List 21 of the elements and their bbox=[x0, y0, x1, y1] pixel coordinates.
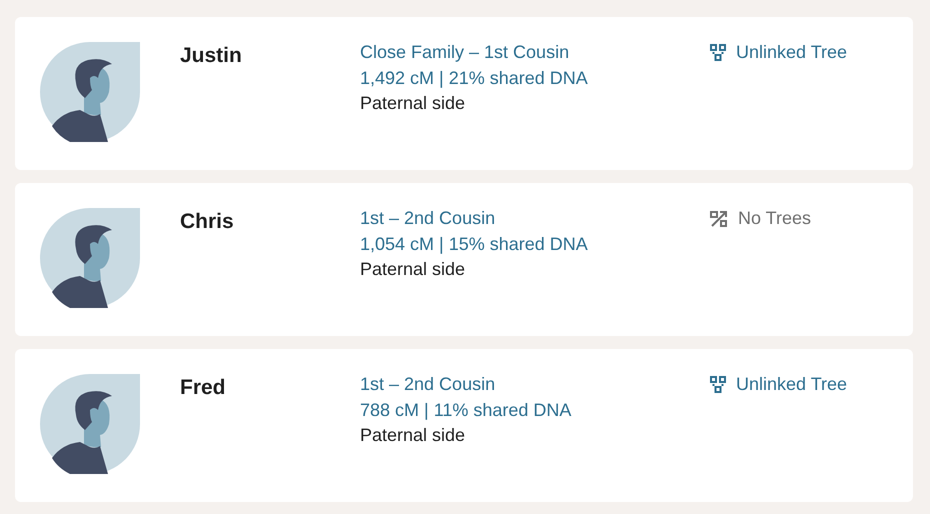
tree-status[interactable]: Unlinked Tree bbox=[710, 374, 848, 395]
side-label: Paternal side bbox=[360, 258, 466, 281]
shared-dna-link[interactable]: 1,054 cM | 15% shared DNA bbox=[360, 232, 710, 257]
avatar-icon bbox=[40, 42, 140, 142]
shared-dna-link[interactable]: 1,492 cM | 21% shared DNA bbox=[360, 66, 710, 91]
match-name[interactable]: Fred bbox=[180, 376, 360, 400]
tree-icon bbox=[710, 376, 726, 394]
shared-dna-link[interactable]: 788 cM | 11% shared DNA bbox=[360, 398, 710, 423]
relationship-link[interactable]: 1st – 2nd Cousin bbox=[360, 206, 710, 232]
tree-status[interactable]: No Trees bbox=[710, 208, 812, 229]
relationship-link[interactable]: Close Family – 1st Cousin bbox=[360, 40, 710, 66]
side-label: Paternal side bbox=[360, 92, 466, 115]
tree-status[interactable]: Unlinked Tree bbox=[710, 42, 848, 63]
avatar-icon bbox=[40, 374, 140, 474]
tree-icon bbox=[710, 44, 726, 62]
relationship-link[interactable]: 1st – 2nd Cousin bbox=[360, 372, 710, 398]
side-label: Paternal side bbox=[360, 424, 466, 447]
match-name[interactable]: Justin bbox=[180, 44, 360, 68]
no-tree-icon bbox=[710, 210, 728, 228]
avatar-icon bbox=[40, 208, 140, 308]
match-name[interactable]: Chris bbox=[180, 210, 360, 234]
